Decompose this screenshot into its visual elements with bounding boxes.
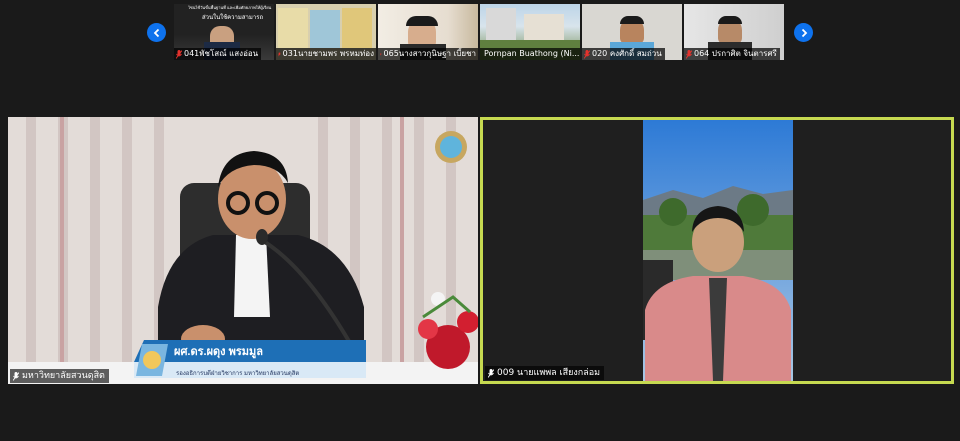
participant-thumbnail[interactable]: 031นายชามพร พรหมท่อง [276,4,376,60]
participant-name-tag: 009 นายแพพล เสียงกล่อม [485,366,605,380]
muted-mic-icon [488,368,494,378]
muted-mic-icon [13,371,19,381]
participant-name-tag: มหาวิทยาลัยสวนดุสิต [10,369,109,383]
participant-name: 065นางสาวกุนิษฐา เบี้ยชา [383,49,476,58]
participant-name: Pornpan Buathong (Ni... [484,49,580,58]
next-page-button[interactable] [794,23,813,42]
speaker-name-caption: ผศ.ดร.ผดุง พรมมูล [174,346,264,358]
participant-thumbnail[interactable]: ไซนไซ้วันขั้นพื้นฐานที่ และเพิ่มศักยภาพใ… [174,4,274,60]
speaker-title-caption: รองอธิการบดีฝ่ายวิชาการ มหาวิทยาลัยสวนดุ… [176,371,300,377]
participant-name: 020 คงศักดิ์ สมถ่วน [592,49,662,58]
muted-mic-icon [380,52,382,56]
participant-name: 041พัชโสณ์ แสงอ่อน [184,49,259,58]
participant-thumbnail[interactable]: 065นางสาวกุนิษฐา เบี้ยชา [378,4,478,60]
participant-thumbnail[interactable]: 020 คงศักดิ์ สมถ่วน [582,4,682,60]
muted-mic-icon [278,51,281,56]
participant-name: 009 นายแพพล เสียงกล่อม [497,368,601,378]
participant-thumbnail[interactable]: 064 ปรกาศิต จินตารศรี [684,4,784,60]
lower-third-caption: ผศ.ดร.ผดุง พรมมูล รองอธิการบดีฝ่ายวิชากา… [134,340,366,378]
chevron-right-icon [801,28,807,37]
main-video-tile-left[interactable]: ผศ.ดร.ผดุง พรมมูล รองอธิการบดีฝ่ายวิชากา… [8,117,478,384]
muted-mic-icon [686,49,692,59]
main-video-tile-right[interactable]: 009 นายแพพล เสียงกล่อม [480,117,954,384]
participant-video-feed [643,120,793,381]
participant-thumbnail[interactable]: Pornpan Buathong (Ni... [480,4,580,60]
previous-page-button[interactable] [147,23,166,42]
participant-name: 064 ปรกาศิต จินตารศรี [694,49,777,58]
chevron-left-icon [153,28,159,37]
participant-thumbnail-strip: ไซนไซ้วันขั้นพื้นฐานที่ และเพิ่มศักยภาพใ… [174,4,784,60]
participant-name: 031นายชามพร พรหมท่อง [282,49,374,58]
muted-mic-icon [176,49,182,59]
slide-caption: ส่วนในใช้ความสามารถ [202,14,264,21]
muted-mic-icon [584,49,590,59]
slide-caption: ไซนไซ้วันขั้นพื้นฐานที่ และเพิ่มศักยภาพใ… [188,5,272,10]
participant-name: มหาวิทยาลัยสวนดุสิต [22,371,105,381]
